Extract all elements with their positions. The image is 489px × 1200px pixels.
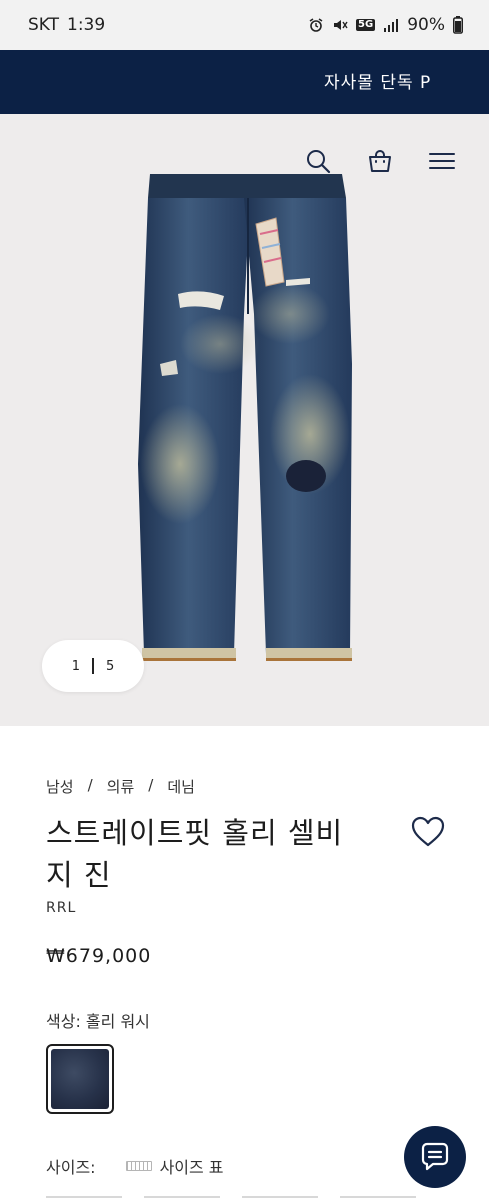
carrier-label: SKT: [28, 15, 60, 35]
size-option[interactable]: [46, 1196, 122, 1200]
breadcrumb-separator: /: [148, 776, 154, 794]
image-pager[interactable]: 1 5: [42, 640, 144, 692]
size-label: 사이즈:: [46, 1158, 96, 1177]
signal-icon: [384, 19, 399, 32]
size-option[interactable]: [242, 1196, 318, 1200]
wishlist-heart-icon[interactable]: [410, 814, 446, 850]
chat-button[interactable]: [404, 1126, 466, 1188]
menu-icon[interactable]: [429, 148, 455, 174]
size-option[interactable]: [340, 1196, 416, 1200]
breadcrumb-separator: /: [87, 776, 93, 794]
jeans-product-image: [138, 174, 352, 661]
clock: 1:39: [67, 15, 106, 35]
color-swatch-fill: [51, 1049, 109, 1109]
battery-icon: [453, 16, 463, 34]
size-guide-link[interactable]: 사이즈 표: [125, 1154, 224, 1178]
alarm-icon: [309, 18, 323, 32]
size-row: 사이즈: 사이즈 표: [46, 1154, 224, 1178]
ruler-icon: [125, 1161, 152, 1171]
battery-percent: 90%: [407, 15, 445, 35]
color-label: 색상: 홀리 워시: [46, 1012, 150, 1031]
shopping-bag-icon[interactable]: [367, 148, 393, 174]
size-option[interactable]: [144, 1196, 220, 1200]
mute-icon: [334, 20, 348, 30]
status-bar: SKT 1:39 5G 90%: [0, 0, 489, 50]
breadcrumb-item-clothing[interactable]: 의류: [107, 776, 135, 797]
product-title-line-1: 스트레이트핏 홀리 셀비: [46, 816, 344, 850]
promo-banner-text: 자사몰 단독 P: [324, 73, 432, 93]
breadcrumb: 남성 / 의류 / 데님: [46, 776, 195, 797]
network-badge: 5G: [356, 19, 376, 31]
pager-total: 5: [106, 658, 115, 674]
product-title-line-2: 지 진: [46, 858, 112, 892]
pager-current: 1: [71, 658, 80, 674]
pager-divider: [92, 658, 94, 674]
size-options: [46, 1196, 416, 1200]
chat-icon: [421, 1142, 449, 1171]
breadcrumb-item-denim[interactable]: 데님: [167, 776, 195, 797]
size-guide-label: 사이즈 표: [159, 1158, 224, 1177]
product-image-carousel[interactable]: 1 5: [0, 114, 489, 726]
product-title: 스트레이트핏 홀리 셀비 지 진: [46, 812, 386, 896]
color-swatch-selected[interactable]: [46, 1044, 114, 1114]
promo-banner[interactable]: 자사몰 단독 P: [0, 50, 489, 114]
brand-label: RRL: [46, 900, 77, 916]
breadcrumb-item-men[interactable]: 남성: [46, 776, 74, 797]
price: ₩679,000: [46, 945, 152, 967]
